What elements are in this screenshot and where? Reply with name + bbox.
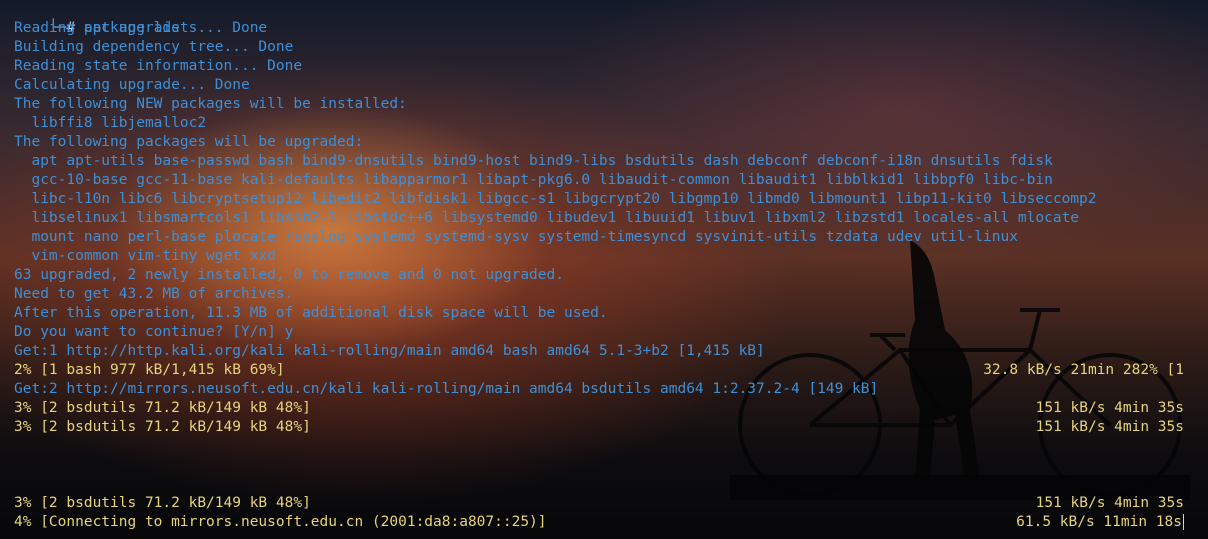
text-cursor <box>1183 514 1184 530</box>
progress-status: 2% [1 bash 977 kB/1,415 kB 69%] <box>14 362 285 378</box>
progress-speed: 151 kB/s 4min 35s <box>1035 400 1184 416</box>
progress-status: 4% [Connecting to mirrors.neusoft.edu.cn… <box>14 514 547 530</box>
progress-line: 4% [Connecting to mirrors.neusoft.edu.cn… <box>14 513 1184 532</box>
output-line: The following packages will be upgraded: <box>14 134 364 150</box>
progress-speed: 151 kB/s 4min 35s <box>1035 419 1184 435</box>
package-list-line: gcc-10-base gcc-11-base kali-defaults li… <box>14 172 1053 188</box>
progress-status: 3% [2 bsdutils 71.2 kB/149 kB 48%] <box>14 400 311 416</box>
package-list-line: libselinux1 libsmartcols1 libssh2-1 libs… <box>14 210 1080 226</box>
progress-line: 3% [2 bsdutils 71.2 kB/149 kB 48%] 151 k… <box>14 494 1184 513</box>
output-line: Building dependency tree... Done <box>14 39 294 55</box>
output-line: The following NEW packages will be insta… <box>14 96 407 112</box>
progress-status: 3% [2 bsdutils 71.2 kB/149 kB 48%] <box>14 495 311 511</box>
progress-speed: 61.5 kB/s 11min 18s <box>1016 514 1182 530</box>
progress-speed-with-cursor: 61.5 kB/s 11min 18s <box>1016 513 1184 532</box>
package-list-line: libffi8 libjemalloc2 <box>14 115 207 131</box>
summary-line: 63 upgraded, 2 newly installed, 0 to rem… <box>14 267 564 283</box>
output-line: Reading package lists... Done <box>14 20 268 36</box>
confirm-prompt-line: Do you want to continue? [Y/n] y <box>14 324 294 340</box>
progress-speed: 151 kB/s 4min 35s <box>1035 495 1184 511</box>
output-line: Need to get 43.2 MB of archives. <box>14 286 294 302</box>
package-list-line: libc-l10n libc6 libcryptsetup12 libedit2… <box>14 191 1097 207</box>
progress-speed: 32.8 kB/s 21min 282% [1 <box>983 362 1184 378</box>
download-line: Get:2 http://mirrors.neusoft.edu.cn/kali… <box>14 381 879 397</box>
download-line: Get:1 http://http.kali.org/kali kali-rol… <box>14 343 765 359</box>
output-line: Calculating upgrade... Done <box>14 77 250 93</box>
progress-line: 3% [2 bsdutils 71.2 kB/149 kB 48%] 151 k… <box>14 399 1184 418</box>
output-line: After this operation, 11.3 MB of additio… <box>14 305 608 321</box>
progress-line: 2% [1 bash 977 kB/1,415 kB 69%] 32.8 kB/… <box>14 361 1184 380</box>
package-list-line: vim-common vim-tiny wget xxd <box>14 248 276 264</box>
progress-status: 3% [2 bsdutils 71.2 kB/149 kB 48%] <box>14 419 311 435</box>
package-list-line: apt apt-utils base-passwd bash bind9-dns… <box>14 153 1053 169</box>
progress-line: 3% [2 bsdutils 71.2 kB/149 kB 48%] 151 k… <box>14 418 1184 437</box>
terminal-window[interactable]: └─# apt upgrade Reading package lists...… <box>0 0 1208 539</box>
package-list-line: mount nano perl-base plocate rsyslog sys… <box>14 229 1018 245</box>
prompt-line: └─# apt upgrade <box>14 0 1184 36</box>
output-line: Reading state information... Done <box>14 58 303 74</box>
